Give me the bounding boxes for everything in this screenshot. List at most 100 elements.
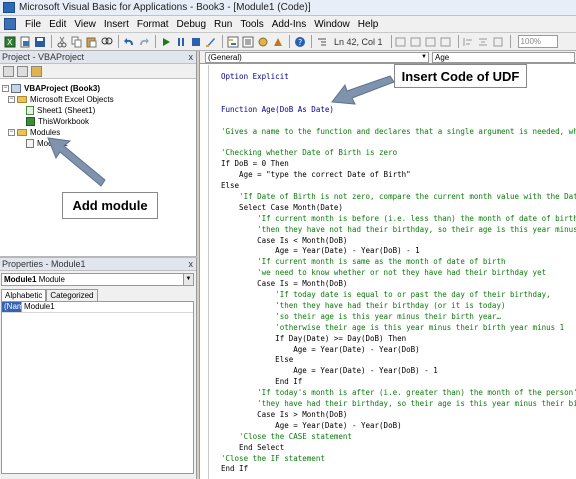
menu-insert[interactable]: Insert [100,19,133,30]
code-line[interactable]: 'Close the IF statement [221,454,325,463]
menu-tools[interactable]: Tools [236,19,267,30]
code-line[interactable]: 'they have had their birthday, so their … [221,399,576,408]
view-object-icon[interactable] [17,65,28,77]
property-row[interactable]: (Name) Module1 [2,302,193,313]
chevron-down-icon[interactable]: ▼ [183,274,193,285]
code-line[interactable]: Age = Year(Date) - Year(DoB) [221,421,401,430]
collapse-icon[interactable]: − [2,84,9,92]
code-line[interactable]: End If [221,377,302,386]
menu-format[interactable]: Format [133,19,173,30]
code-line[interactable]: Else [221,355,293,364]
paste-icon[interactable] [85,35,98,48]
edit-list-properties-icon[interactable] [395,35,408,48]
code-line[interactable]: 'If today's month is after (i.e. greater… [221,388,576,397]
menu-view[interactable]: View [70,19,100,30]
code-line[interactable]: Case Is = Month(DoB) [221,279,347,288]
tab-alphabetic[interactable]: Alphabetic [1,289,47,301]
tree-item-modules[interactable]: − Modules [8,127,60,137]
collapse-icon[interactable]: − [8,128,15,136]
code-line[interactable]: 'Gives a name to the function and declar… [221,127,576,136]
tree-item-module1[interactable]: Module1 [26,138,68,148]
menu-window[interactable]: Window [310,19,354,30]
break-icon[interactable] [174,35,187,48]
close-icon[interactable]: x [189,258,194,271]
code-line[interactable]: 'If current month is same as the month o… [221,257,505,266]
tab-categorized[interactable]: Categorized [46,289,98,301]
properties-panel-title: Properties - Module1 [2,259,86,269]
run-icon[interactable] [159,35,172,48]
chevron-down-icon[interactable]: ▼ [421,53,427,62]
code-line[interactable]: 'then they have had their birthday (or i… [221,301,505,310]
code-line[interactable]: 'so their age is this year minus their b… [221,312,501,321]
redo-icon[interactable] [137,35,150,48]
menu-run[interactable]: Run [210,19,236,30]
toolbar-separator [222,35,223,48]
align-icon[interactable] [462,35,475,48]
code-line[interactable]: Function Age(DoB As Date) [221,105,334,114]
menu-add-ins[interactable]: Add-Ins [268,19,310,30]
insert-module-icon[interactable] [18,35,31,48]
excel-view-icon[interactable] [4,18,16,30]
indent-icon[interactable] [315,35,328,48]
cut-icon[interactable] [55,35,68,48]
menu-edit[interactable]: Edit [45,19,70,30]
code-line[interactable]: 'we need to know whether or not they hav… [221,268,546,277]
edit-list-constants-icon[interactable] [410,35,423,48]
code-line[interactable]: Age = Year(Date) - Year(DoB) - 1 [221,366,438,375]
tree-item-label: Modules [30,127,61,137]
code-editor[interactable]: Option Explicit Function Age(DoB As Date)… [200,65,576,479]
menu-file[interactable]: File [21,19,45,30]
code-line[interactable]: 'otherwise their age is this year minus … [221,323,564,332]
code-line[interactable]: Select Case Month(Date) [221,203,343,212]
zoom-box[interactable]: 100% [517,35,558,48]
code-line[interactable]: End Select [221,443,284,452]
object-dropdown[interactable]: (General) ▼ [205,51,429,63]
code-line[interactable]: Option Explicit [221,72,289,81]
property-value[interactable]: Module1 [22,302,55,312]
menu-help[interactable]: Help [354,19,383,30]
code-line[interactable]: Case Is > Month(DoB) [221,410,347,419]
tree-item-excel-objects[interactable]: − Microsoft Excel Objects [8,94,114,104]
code-line[interactable]: 'If Date of Birth is not zero, compare t… [221,192,576,201]
menu-debug[interactable]: Debug [173,19,210,30]
reset-icon[interactable] [189,35,202,48]
code-line[interactable]: Case Is < Month(DoB) [221,236,347,245]
tree-item-thisworkbook[interactable]: ThisWorkbook [26,116,89,126]
toggle-folders-icon[interactable] [31,65,42,77]
edit-complete-word-icon[interactable] [440,35,453,48]
project-explorer-icon[interactable] [226,35,239,48]
code-line[interactable]: 'Checking whether Date of Birth is zero [221,148,397,157]
code-line[interactable]: Else [221,181,239,190]
code-line[interactable]: If Day(Date) >= Day(DoB) Then [221,334,406,343]
code-line[interactable]: 'then they have not had their birthday, … [221,225,576,234]
undo-icon[interactable] [122,35,135,48]
code-line[interactable]: 'Close the CASE statement [221,432,352,441]
tree-item-sheet1[interactable]: Sheet1 (Sheet1) [26,105,95,115]
tree-item-vbaproject[interactable]: − VBAProject (Book3) [2,83,100,93]
properties-window-icon[interactable] [241,35,254,48]
object-select[interactable]: Module1 Module ▼ [1,273,194,286]
edit-quick-info-icon[interactable] [425,35,438,48]
code-line[interactable]: If DoB = 0 Then [221,159,289,168]
center-icon[interactable] [477,35,490,48]
code-line[interactable]: Age = Year(Date) - Year(DoB) [221,345,419,354]
collapse-icon[interactable]: − [8,95,15,103]
save-icon[interactable] [33,35,46,48]
code-line[interactable]: Age = "type the correct Date of Birth" [221,170,411,179]
code-line[interactable]: 'If current month is before (i.e. less t… [221,214,576,223]
size-icon[interactable] [492,35,505,48]
procedure-dropdown[interactable]: Age [432,51,575,63]
close-icon[interactable]: x [189,51,194,64]
design-mode-icon[interactable] [204,35,217,48]
copy-icon[interactable] [70,35,83,48]
object-browser-icon[interactable] [256,35,269,48]
toolbox-icon[interactable] [271,35,284,48]
code-line[interactable]: End If [221,464,248,473]
view-code-icon[interactable] [3,65,14,77]
find-icon[interactable] [100,35,113,48]
help-icon[interactable]: ? [293,35,306,48]
code-line[interactable]: Age = Year(Date) - Year(DoB) - 1 [221,246,420,255]
toolbar-separator [311,35,312,48]
view-excel-icon[interactable]: X [3,35,16,48]
code-line[interactable]: 'If today date is equal to or past the d… [221,290,550,299]
